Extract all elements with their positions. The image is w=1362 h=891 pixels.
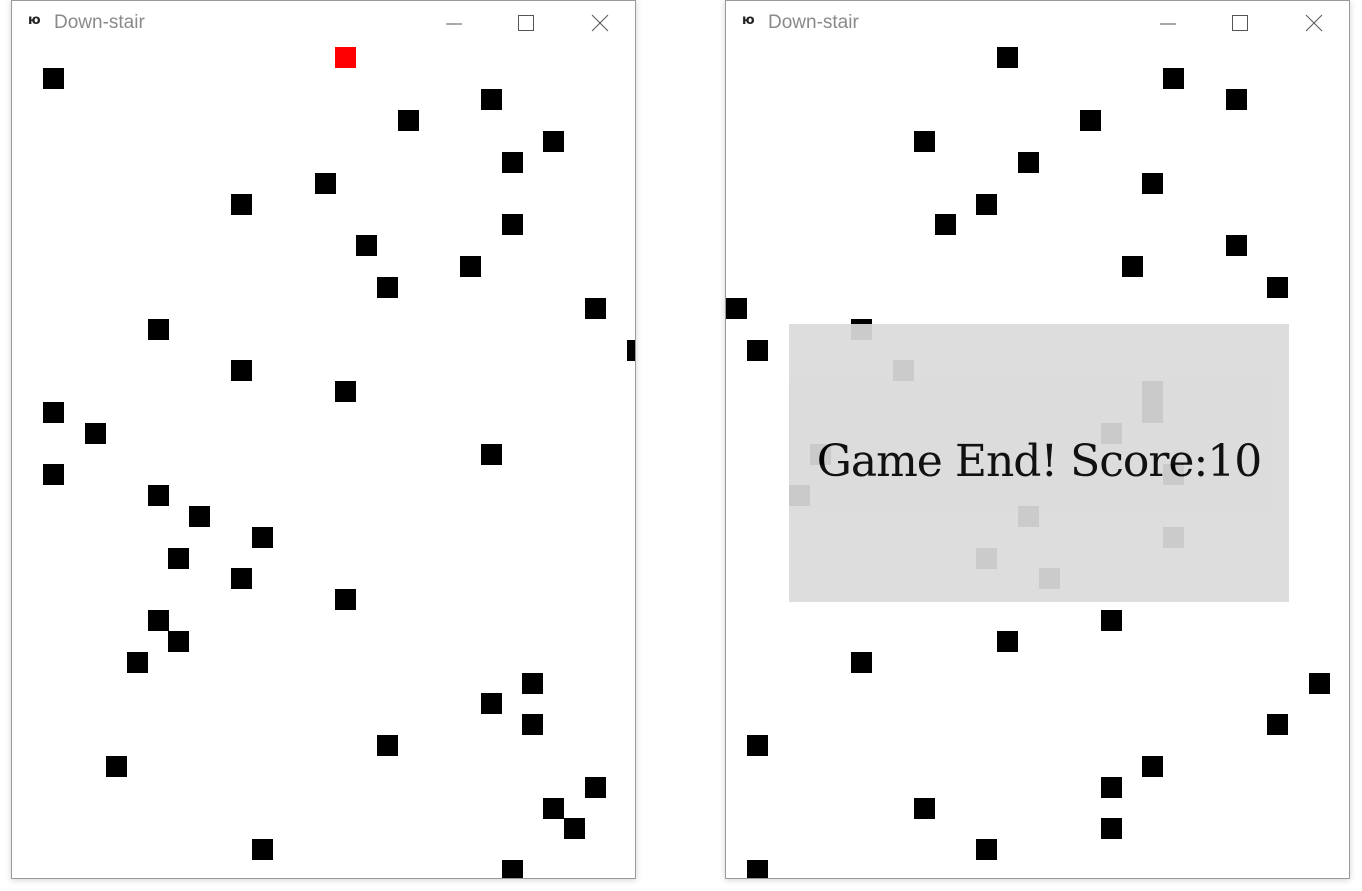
stair-block	[851, 652, 872, 673]
stair-block	[1122, 256, 1143, 277]
stair-block	[976, 839, 997, 860]
game-end-message: Game End! Score:10	[816, 436, 1263, 487]
stair-block	[1142, 756, 1163, 777]
stair-block	[1142, 173, 1163, 194]
stair-block	[252, 527, 273, 548]
stair-block	[627, 340, 635, 361]
maximize-button[interactable]	[1205, 1, 1275, 43]
stair-block	[398, 110, 419, 131]
game-canvas[interactable]	[12, 1, 635, 878]
stair-block	[747, 735, 768, 756]
stair-block	[168, 548, 189, 569]
stair-block	[335, 589, 356, 610]
stair-block	[481, 444, 502, 465]
stair-block	[522, 673, 543, 694]
stair-block	[127, 652, 148, 673]
stair-block	[1226, 235, 1247, 256]
stair-block	[85, 423, 106, 444]
stair-block	[148, 319, 169, 340]
stair-block	[481, 89, 502, 110]
stair-block	[976, 194, 997, 215]
close-icon	[1305, 14, 1323, 32]
game-end-overlay: Game End! Score:10	[789, 324, 1289, 602]
stair-block	[1101, 818, 1122, 839]
minimize-icon	[1160, 23, 1176, 25]
close-button[interactable]	[565, 1, 635, 43]
minimize-icon	[446, 23, 462, 25]
stair-block	[168, 631, 189, 652]
stair-block	[914, 131, 935, 152]
stair-block	[543, 131, 564, 152]
stair-block	[747, 860, 768, 878]
game-window-left[interactable]: ю Down-stair	[11, 0, 636, 879]
stair-block	[726, 298, 747, 319]
title-bar[interactable]: ю Down-stair	[12, 1, 635, 43]
stair-block	[1018, 152, 1039, 173]
stair-block	[231, 568, 252, 589]
close-button[interactable]	[1279, 1, 1349, 43]
stair-block	[997, 47, 1018, 68]
stair-block	[377, 277, 398, 298]
maximize-icon	[1232, 15, 1248, 31]
stair-block	[1101, 610, 1122, 631]
close-icon	[591, 14, 609, 32]
stair-block	[356, 235, 377, 256]
stair-block	[1309, 673, 1330, 694]
minimize-button[interactable]	[419, 1, 489, 43]
app-icon: ю	[742, 13, 755, 28]
stair-block	[502, 860, 523, 878]
stair-block	[231, 194, 252, 215]
stair-block	[1226, 89, 1247, 110]
stair-block	[747, 340, 768, 361]
stair-block	[1080, 110, 1101, 131]
stair-block	[43, 402, 64, 423]
stair-block	[315, 173, 336, 194]
player-block	[335, 47, 356, 68]
stair-block	[585, 298, 606, 319]
stair-block	[106, 756, 127, 777]
stair-block	[522, 714, 543, 735]
stair-block	[997, 631, 1018, 652]
stair-block	[1267, 714, 1288, 735]
stair-block	[935, 214, 956, 235]
maximize-icon	[518, 15, 534, 31]
stair-block	[1267, 277, 1288, 298]
stair-block	[377, 735, 398, 756]
stair-block	[43, 68, 64, 89]
stair-block	[564, 818, 585, 839]
stair-block	[252, 839, 273, 860]
stair-block	[43, 464, 64, 485]
stair-block	[502, 214, 523, 235]
stair-block	[231, 360, 252, 381]
minimize-button[interactable]	[1133, 1, 1203, 43]
stair-block	[460, 256, 481, 277]
game-window-right[interactable]: ю Down-stair Game End! Score:10	[725, 0, 1350, 879]
stair-block	[148, 485, 169, 506]
stair-block	[335, 381, 356, 402]
stair-block	[189, 506, 210, 527]
window-title: Down-stair	[768, 12, 859, 33]
title-bar[interactable]: ю Down-stair	[726, 1, 1349, 43]
stair-block	[543, 798, 564, 819]
app-icon: ю	[28, 13, 41, 28]
maximize-button[interactable]	[491, 1, 561, 43]
stair-block	[1163, 68, 1184, 89]
window-title: Down-stair	[54, 12, 145, 33]
stair-block	[1101, 777, 1122, 798]
stair-block	[502, 152, 523, 173]
stair-block	[585, 777, 606, 798]
stair-block	[914, 798, 935, 819]
stair-block	[481, 693, 502, 714]
stair-block	[148, 610, 169, 631]
